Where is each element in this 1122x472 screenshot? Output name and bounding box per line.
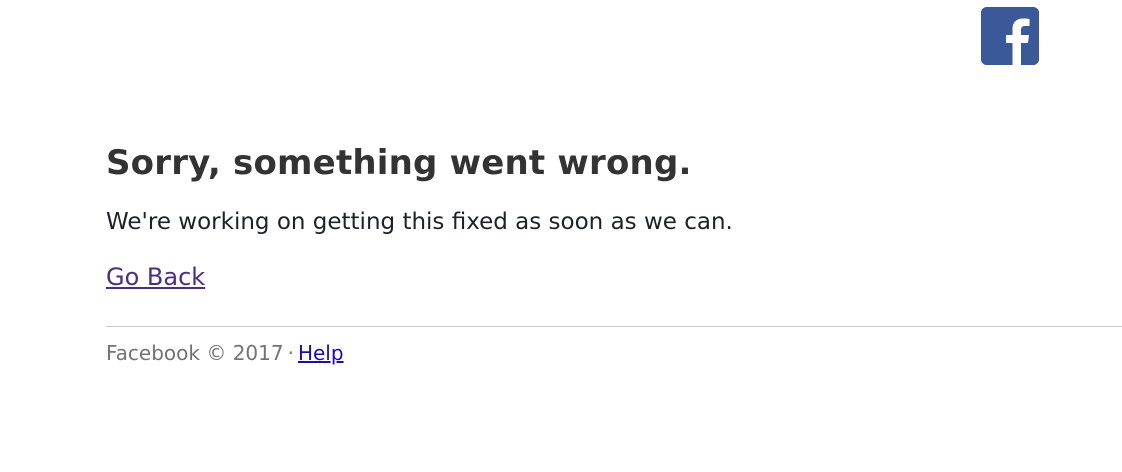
error-content: Sorry, something went wrong. We're worki… — [106, 140, 1122, 293]
facebook-logo-icon[interactable] — [981, 7, 1039, 65]
footer: Facebook © 2017 · Help — [106, 339, 344, 367]
go-back-link[interactable]: Go Back — [106, 261, 205, 293]
help-link[interactable]: Help — [298, 341, 344, 365]
footer-separator: · — [287, 341, 294, 365]
copyright-text: Facebook © 2017 — [106, 341, 284, 365]
error-message: We're working on getting this fixed as s… — [106, 209, 733, 235]
error-title: Sorry, something went wrong. — [106, 143, 692, 183]
error-page: Sorry, something went wrong. We're worki… — [0, 0, 1122, 472]
footer-divider — [106, 326, 1122, 327]
